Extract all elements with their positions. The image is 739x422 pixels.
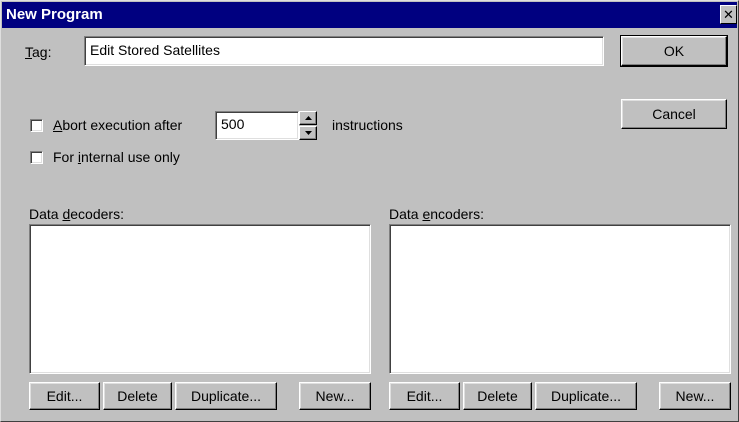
decoders-new-button[interactable]: New...	[299, 382, 371, 410]
encoders-duplicate-button[interactable]: Duplicate...	[535, 382, 637, 410]
new-program-dialog: New Program ✕ Tag: Edit Stored Satellite…	[0, 0, 739, 422]
decoders-edit-button[interactable]: Edit...	[29, 382, 100, 410]
data-encoders-list[interactable]	[389, 224, 731, 374]
internal-use-checkbox[interactable]	[30, 151, 43, 164]
down-arrow-icon	[305, 131, 312, 135]
data-encoders-label: Data encoders:	[389, 206, 484, 222]
abort-execution-label: Abort execution after	[53, 117, 183, 133]
spin-down-button[interactable]	[299, 126, 317, 140]
tag-input[interactable]: Edit Stored Satellites	[84, 36, 604, 66]
close-icon: ✕	[723, 6, 734, 22]
close-button[interactable]: ✕	[720, 5, 737, 24]
cancel-button[interactable]: Cancel	[621, 99, 727, 129]
spin-up-button[interactable]	[299, 111, 317, 125]
instructions-label: instructions	[332, 117, 403, 133]
instruction-count-value: 500	[221, 116, 245, 132]
decoders-delete-button[interactable]: Delete	[103, 382, 172, 410]
instruction-count-spinner	[299, 111, 317, 140]
data-decoders-label: Data decoders:	[29, 206, 124, 222]
internal-use-label: For internal use only	[53, 149, 180, 165]
abort-execution-checkbox[interactable]	[30, 119, 43, 132]
data-decoders-list[interactable]	[29, 224, 371, 374]
encoders-new-button[interactable]: New...	[659, 382, 731, 410]
up-arrow-icon	[305, 116, 312, 120]
ok-button[interactable]: OK	[620, 35, 728, 67]
instruction-count-input[interactable]: 500	[215, 111, 299, 140]
tag-label: Tag:	[25, 44, 52, 60]
window-title: New Program	[6, 6, 103, 23]
tag-input-value: Edit Stored Satellites	[90, 42, 220, 58]
encoders-delete-button[interactable]: Delete	[463, 382, 532, 410]
title-bar[interactable]: New Program ✕	[2, 2, 737, 28]
encoders-edit-button[interactable]: Edit...	[389, 382, 460, 410]
decoders-duplicate-button[interactable]: Duplicate...	[175, 382, 277, 410]
